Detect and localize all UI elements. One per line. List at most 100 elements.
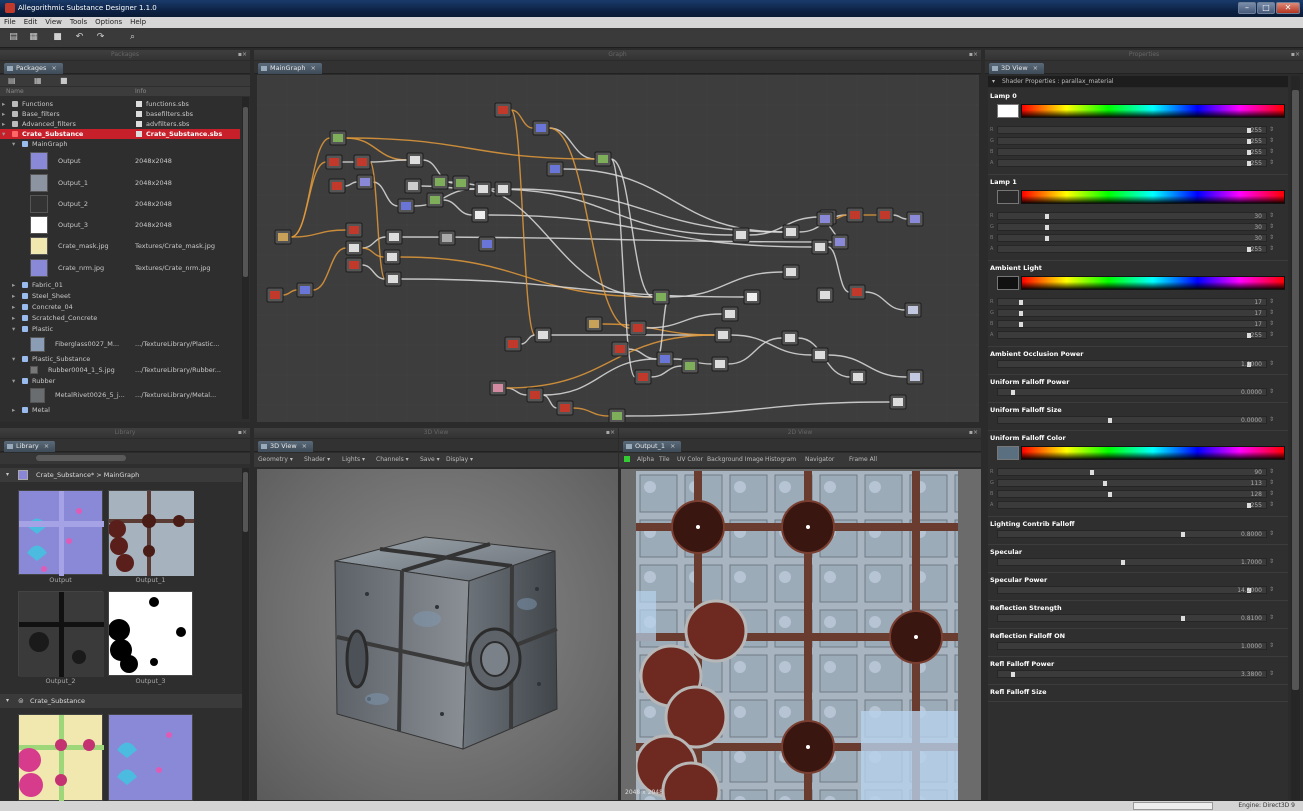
display-menu[interactable]: Display ▾ (446, 456, 473, 463)
tree-item[interactable]: ▾ Plastic_Substance (0, 354, 240, 364)
expand-arrow-icon[interactable]: ▾ (12, 324, 15, 334)
expand-arrow-icon[interactable]: ▸ (2, 119, 5, 129)
graph-node[interactable] (526, 387, 544, 403)
graph-connection[interactable] (562, 168, 784, 233)
graph-node[interactable] (325, 154, 343, 170)
new-icon[interactable]: ▤ (8, 32, 19, 43)
slider-value[interactable]: 255 (1251, 246, 1262, 253)
spin-arrows-icon[interactable]: ⇕ (1269, 416, 1277, 424)
graph-node[interactable] (431, 174, 449, 190)
property-slider[interactable]: 0.8000 (997, 530, 1267, 538)
graph-connection[interactable] (510, 109, 536, 336)
output-3-thumbnail[interactable] (108, 591, 193, 676)
property-slider[interactable]: 1.0000 (997, 642, 1267, 650)
spin-arrows-icon[interactable]: ⇕ (1269, 245, 1277, 253)
graph-node[interactable] (546, 161, 564, 177)
spin-arrows-icon[interactable]: ⇕ (1269, 234, 1277, 242)
crate-nrm-thumbnail[interactable] (108, 714, 193, 801)
tree-scrollbar[interactable] (242, 97, 249, 419)
graph-connection[interactable] (505, 387, 528, 396)
menu-file[interactable]: File (0, 17, 20, 27)
channel-icon[interactable] (624, 456, 630, 462)
tab-close-icon[interactable]: × (1033, 64, 1038, 72)
graph-node[interactable] (629, 320, 647, 336)
slider-knob[interactable] (1108, 418, 1113, 423)
property-slider[interactable]: 0.0000 (997, 388, 1267, 396)
open-icon[interactable]: ▦ (28, 32, 39, 43)
spin-arrows-icon[interactable]: ⇕ (1269, 586, 1277, 594)
spin-arrows-icon[interactable]: ⇕ (1269, 309, 1277, 317)
spin-arrows-icon[interactable]: ⇕ (1269, 388, 1277, 396)
graph-connection[interactable] (282, 289, 298, 296)
shader-menu[interactable]: Shader ▾ (304, 456, 330, 463)
tab-close-icon[interactable]: × (51, 64, 56, 72)
menu-view[interactable]: View (41, 17, 66, 27)
spin-arrows-icon[interactable]: ⇕ (1269, 490, 1277, 498)
graph-node[interactable] (266, 287, 284, 303)
property-slider[interactable]: 0.8100 (997, 614, 1267, 622)
slider-knob[interactable] (1089, 470, 1094, 475)
slider-knob[interactable] (1018, 311, 1023, 316)
output-2-thumbnail[interactable] (18, 591, 104, 677)
library-scrollbar[interactable] (242, 468, 249, 801)
expand-arrow-icon[interactable]: ▸ (12, 313, 15, 323)
slider-value[interactable]: 255 (1251, 149, 1262, 156)
slider-knob[interactable] (1181, 616, 1186, 621)
tree-item[interactable]: Fiberglass0027_M... .../TextureLibrary/Pl… (0, 336, 240, 353)
expand-arrow-icon[interactable]: ▸ (12, 302, 15, 312)
tree-item[interactable]: MetalRivet0026_5_j... .../TextureLibrary/… (0, 387, 240, 404)
alpha-toggle[interactable]: Alpha (637, 456, 654, 463)
graph-node[interactable] (452, 175, 470, 191)
spin-arrows-icon[interactable]: ⇕ (1269, 558, 1277, 566)
property-slider[interactable]: 3.3800 (997, 670, 1267, 678)
tree-item[interactable]: ▾ MainGraph (0, 139, 240, 149)
graph-node[interactable] (906, 369, 924, 385)
uv-color-toggle[interactable]: UV Color (677, 456, 703, 463)
slider-knob[interactable] (1108, 492, 1113, 497)
spin-arrows-icon[interactable]: ⇕ (1269, 159, 1277, 167)
column-name[interactable]: Name (6, 88, 24, 95)
close-button[interactable]: ✕ (1276, 2, 1300, 14)
graph-node[interactable] (384, 271, 402, 287)
graph-node[interactable] (732, 227, 750, 243)
spin-arrows-icon[interactable]: ⇕ (1269, 126, 1277, 134)
graph-node[interactable] (816, 287, 834, 303)
minimize-button[interactable]: – (1238, 2, 1256, 14)
graph-node[interactable] (494, 181, 512, 197)
graph-connection[interactable] (542, 394, 558, 409)
graph-connection[interactable] (645, 313, 723, 329)
spin-arrows-icon[interactable]: ⇕ (1269, 320, 1277, 328)
graph-node[interactable] (296, 282, 314, 298)
graph-connection[interactable] (520, 334, 536, 345)
slider-value[interactable]: 255 (1251, 502, 1262, 509)
spin-arrows-icon[interactable]: ⇕ (1269, 360, 1277, 368)
spin-arrows-icon[interactable]: ⇕ (1269, 298, 1277, 306)
scroll-thumb[interactable] (243, 472, 248, 532)
property-slider[interactable]: G 113 (990, 479, 1267, 487)
tab-output-1[interactable]: Output_1 × (623, 441, 682, 452)
slider-knob[interactable] (1045, 236, 1050, 241)
menu-help[interactable]: Help (126, 17, 150, 27)
tree-item[interactable]: ▸ Functions functions.sbs (0, 99, 240, 109)
spin-arrows-icon[interactable]: ⇕ (1269, 642, 1277, 650)
expand-arrow-icon[interactable]: ▾ (12, 139, 15, 149)
graph-connection[interactable] (601, 323, 716, 336)
graph-node[interactable] (849, 369, 867, 385)
graph-connection[interactable] (624, 401, 891, 417)
slider-value[interactable]: 113 (1251, 480, 1262, 487)
slider-value[interactable]: 17 (1254, 321, 1262, 328)
property-slider[interactable]: 14.2000 (997, 586, 1267, 594)
spin-arrows-icon[interactable]: ⇕ (1269, 468, 1277, 476)
close-icon[interactable]: ▪× (238, 428, 247, 438)
tree-item[interactable]: ▾ Rubber (0, 376, 240, 386)
tile-toggle[interactable]: Tile (659, 456, 670, 463)
slider-value[interactable]: 3.3800 (1241, 671, 1262, 678)
property-slider[interactable]: B 255 (990, 148, 1267, 156)
graph-node[interactable] (594, 151, 612, 167)
color-swatch[interactable] (997, 104, 1019, 118)
color-spectrum[interactable] (1021, 276, 1285, 290)
tree-item[interactable]: Output 2048x2048 (0, 151, 240, 171)
graph-connection[interactable] (727, 337, 783, 365)
graph-node[interactable] (811, 347, 829, 363)
tree-item[interactable]: ▸ Fabric_01 (0, 280, 240, 290)
